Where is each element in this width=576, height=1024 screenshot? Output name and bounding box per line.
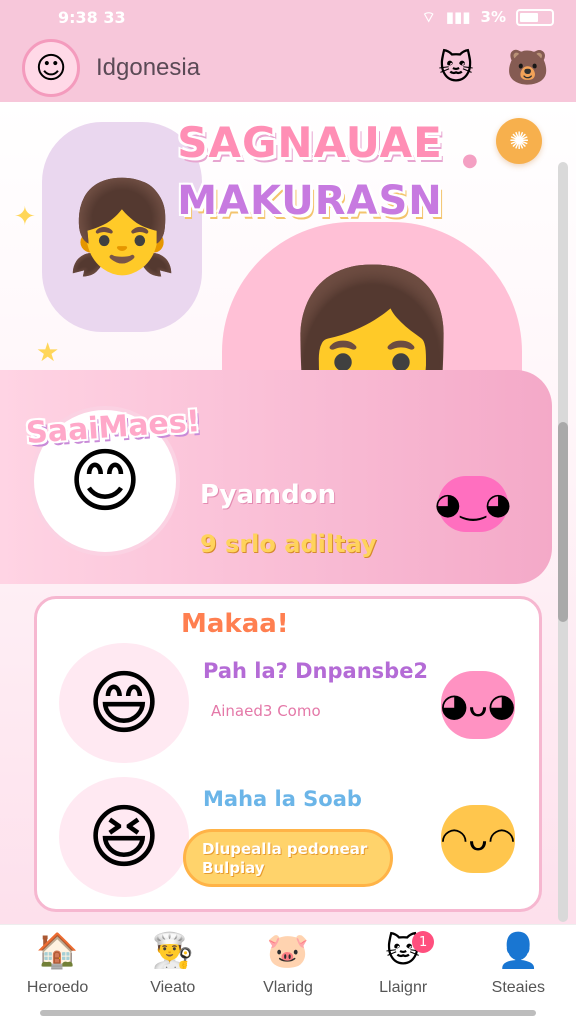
user-settings-icon: 👤 (497, 931, 540, 971)
nav-label: Llaignr (379, 979, 428, 996)
main-content[interactable]: ✺ 👧 👩 SAGNAUAE MAKURASN ✦ ★ ● 😊 SaaiMaes… (0, 102, 576, 924)
hero-title-line2: MAKURASN (177, 178, 443, 224)
sparkle-button[interactable]: ✺ (496, 118, 542, 164)
pig-icon: 🐷 (266, 931, 310, 971)
nav-item-settings[interactable]: 👤 Steaies (463, 931, 573, 997)
home-icon: 🏠 (36, 931, 79, 971)
list-item-title: Pah la? Dnpansbe2 (203, 659, 429, 683)
list-card: Makaa! 😄 Pah la? Dnpansbe2 Ainaed3 Como … (34, 596, 542, 912)
profile-character-icon[interactable]: 🐻 (502, 42, 554, 94)
chef-icon: 👨‍🍳 (151, 931, 194, 971)
status-time: 9:38 33 (58, 7, 126, 27)
sparkle-icon: ✺ (508, 127, 530, 155)
list-item[interactable]: 😆 Maha la Soab Dlupealla pedonear Bulpia… (37, 773, 537, 903)
hero-title-line1: SAGNAUAE (177, 118, 443, 167)
list-item-subtitle: Ainaed3 Como (211, 702, 321, 720)
nav-label: Heroedo (26, 979, 89, 996)
promo-name: Pyamdon (200, 480, 337, 510)
nav-item-home[interactable]: 🏠 Heroedo (3, 931, 113, 997)
star-icon: ✦ (14, 202, 36, 232)
battery-icon (516, 8, 554, 26)
avatar-face-icon: ☺ (35, 50, 67, 86)
yellow-mascot-icon: ◠ᴗ◠ (440, 805, 516, 873)
star-icon: ★ (36, 338, 60, 368)
signal-icon: ▮▮▮ (445, 8, 471, 26)
list-item-title: Maha la Soab (203, 787, 362, 811)
promo-card[interactable]: 😊 SaaiMaes! Pyamdon 9 srlo adiltay ◕‿◕ (0, 370, 552, 584)
list-item-action-button[interactable]: Dlupealla pedonear Bulpiay (183, 829, 393, 887)
character-avatar: 😆 (59, 777, 189, 897)
list-item[interactable]: 😄 Pah la? Dnpansbe2 Ainaed3 Como ◕ᴗ◕ (37, 639, 537, 769)
status-bar: 9:38 33 ⌔ ▮▮▮ 3% (0, 0, 576, 34)
status-icons: ⌔ ▮▮▮ 3% (422, 8, 554, 27)
cat-chat-icon: 🐱 (385, 931, 421, 971)
promo-subtitle: 9 srlo adiltay (200, 530, 377, 558)
nav-item-chef[interactable]: 👨‍🍳 Vieato (118, 931, 228, 997)
sparkle-dot-icon: ● (462, 150, 478, 171)
character-avatar: 😄 (59, 643, 189, 763)
notification-badge: 1 (412, 931, 435, 953)
nav-item-pig[interactable]: 🐷 Vlaridg (233, 931, 343, 997)
pink-mascot-icon: ◕ᴗ◕ (440, 671, 516, 739)
home-indicator[interactable] (40, 1010, 536, 1016)
battery-percent: 3% (480, 8, 506, 26)
bottom-navigation: 🏠 Heroedo 👨‍🍳 Vieato 🐷 Vlaridg 🐱 1 Llaig… (0, 924, 576, 1024)
hero-title: SAGNAUAE MAKURASN (140, 114, 480, 230)
list-title: Makaa! (181, 609, 289, 639)
wifi-icon: ⌔ (421, 7, 436, 26)
scrollbar[interactable] (558, 162, 568, 922)
profile-avatar[interactable]: ☺ (22, 39, 80, 97)
app-title: Idgonesia (96, 54, 201, 81)
cat-icon[interactable]: 🐱 (430, 42, 482, 94)
nav-label: Vieato (150, 979, 196, 996)
candy-mascot-icon: ◕‿◕ (435, 476, 511, 532)
nav-label: Steaies (491, 979, 546, 996)
nav-label: Vlaridg (263, 979, 313, 996)
promo-sticker: SaaiMaes! (24, 403, 202, 452)
app-header: ☺ Idgonesia 🐱 🐻 (0, 34, 576, 102)
scrollbar-thumb[interactable] (558, 422, 568, 622)
nav-item-chat[interactable]: 🐱 1 Llaignr (348, 931, 458, 997)
